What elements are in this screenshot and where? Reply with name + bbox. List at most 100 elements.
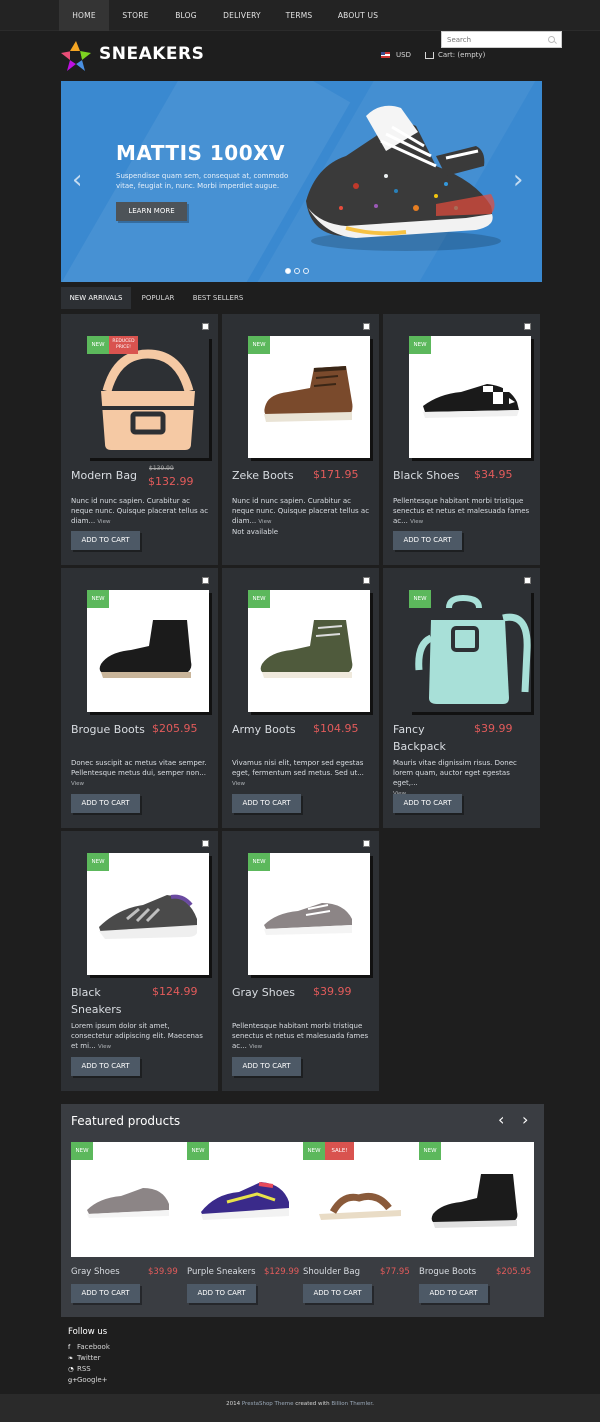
product-name[interactable]: Black Sneakers: [71, 984, 151, 1018]
add-to-cart-button[interactable]: ADD TO CART: [71, 1057, 140, 1076]
product-image[interactable]: NEW: [248, 590, 370, 712]
tab-best-sellers[interactable]: BEST SELLERS: [187, 287, 249, 309]
add-to-cart-button[interactable]: ADD TO CART: [232, 794, 301, 813]
logo-text[interactable]: SNEAKERS: [99, 44, 204, 64]
product-name[interactable]: Gray Shoes: [232, 984, 312, 1001]
compare-checkbox[interactable]: [363, 577, 370, 584]
nav-blog[interactable]: BLOG: [163, 0, 209, 31]
description-text: Donec suscipit ac metus vitae semper. Pe…: [71, 759, 207, 777]
view-link[interactable]: View: [249, 1044, 262, 1050]
product-image[interactable]: NEW: [87, 590, 209, 712]
view-link[interactable]: View: [258, 519, 271, 525]
currency-selector[interactable]: USD: [381, 51, 411, 59]
product-card[interactable]: NEW Army Boots $104.95 Vivamus nisi elit…: [222, 568, 379, 828]
description-text: Mauris vitae dignissim risus. Donec lore…: [393, 759, 517, 787]
facebook-link[interactable]: f Facebook: [68, 1342, 110, 1353]
product-image[interactable]: NEW: [409, 590, 531, 712]
theme-link[interactable]: PrestaShop Theme: [242, 1401, 294, 1407]
view-link[interactable]: View: [410, 519, 423, 525]
featured-item-name[interactable]: Brogue Boots: [419, 1267, 476, 1277]
product-card[interactable]: NEW Fancy Backpack $39.99 Mauris vitae d…: [383, 568, 540, 828]
nav-about-us[interactable]: ABOUT US: [330, 0, 386, 31]
add-to-cart-button[interactable]: ADD TO CART: [71, 1284, 140, 1303]
hero-dot[interactable]: [294, 268, 300, 274]
product-name[interactable]: Brogue Boots: [71, 721, 151, 738]
view-link[interactable]: View: [232, 781, 245, 787]
sneaker-image: [99, 894, 197, 939]
author-link[interactable]: Billion Themler: [331, 1401, 372, 1407]
compare-checkbox[interactable]: [363, 840, 370, 847]
footer: 2014 PrestaShop Theme created with Billi…: [0, 1394, 600, 1422]
learn-more-button[interactable]: LEARN MORE: [116, 202, 187, 221]
description-text: Nunc id nunc sapien. Curabitur ac neque …: [232, 497, 370, 525]
compare-checkbox[interactable]: [202, 323, 209, 330]
featured-next-arrow-icon[interactable]: ›: [522, 1110, 528, 1129]
nav-terms[interactable]: TERMS: [278, 0, 320, 31]
product-name[interactable]: Army Boots: [232, 721, 312, 738]
new-badge: NEW: [248, 590, 270, 608]
view-link[interactable]: View: [97, 519, 110, 525]
rss-link[interactable]: ◔ RSS: [68, 1364, 110, 1375]
featured-item-image[interactable]: NEW SALE!: [303, 1142, 415, 1257]
product-name[interactable]: Fancy Backpack: [393, 721, 473, 755]
add-to-cart-button[interactable]: ADD TO CART: [393, 794, 462, 813]
compare-checkbox[interactable]: [202, 577, 209, 584]
view-link[interactable]: View: [71, 781, 84, 787]
featured-item-name[interactable]: Gray Shoes: [71, 1267, 120, 1277]
add-to-cart-button[interactable]: ADD TO CART: [187, 1284, 256, 1303]
compare-checkbox[interactable]: [524, 323, 531, 330]
featured-item-image[interactable]: NEW: [419, 1142, 531, 1257]
hero-dot[interactable]: [303, 268, 309, 274]
compare-checkbox[interactable]: [363, 323, 370, 330]
us-flag-icon: [381, 52, 390, 58]
twitter-link[interactable]: ❧ Twitter: [68, 1353, 110, 1364]
product-image[interactable]: NEW: [87, 853, 209, 975]
product-card[interactable]: NEW Gray Shoes $39.99 Pellentesque habit…: [222, 831, 379, 1091]
search-input[interactable]: [442, 32, 542, 47]
hero-prev-arrow-icon[interactable]: ‹: [72, 167, 82, 193]
product-image[interactable]: NEW: [248, 336, 370, 458]
product-name[interactable]: Modern Bag: [71, 467, 151, 484]
tab-new-arrivals[interactable]: NEW ARRIVALS: [61, 287, 131, 309]
search-icon[interactable]: [548, 36, 555, 43]
add-to-cart-button[interactable]: ADD TO CART: [393, 531, 462, 550]
add-to-cart-button[interactable]: ADD TO CART: [232, 1057, 301, 1076]
hero-next-arrow-icon[interactable]: ›: [513, 167, 523, 193]
view-link[interactable]: View: [98, 1044, 111, 1050]
compare-checkbox[interactable]: [524, 577, 531, 584]
nav-delivery[interactable]: DELIVERY: [216, 0, 268, 31]
product-card[interactable]: NEW REDUCED PRICE! Modern Bag $139.99 $1…: [61, 314, 218, 565]
nav-home[interactable]: HOME: [59, 0, 109, 31]
nav-store[interactable]: STORE: [112, 0, 159, 31]
product-price: $34.95: [474, 468, 513, 481]
product-image[interactable]: NEW: [248, 853, 370, 975]
featured-item-name[interactable]: Purple Sneakers: [187, 1267, 256, 1277]
product-image[interactable]: NEW: [409, 336, 531, 458]
product-image[interactable]: NEW REDUCED PRICE!: [87, 336, 209, 458]
add-to-cart-button[interactable]: ADD TO CART: [419, 1284, 488, 1303]
featured-prev-arrow-icon[interactable]: ‹: [498, 1110, 504, 1129]
featured-products-section: Featured products ‹ › NEW NEW NEW SALE! …: [61, 1104, 544, 1317]
product-name[interactable]: Black Shoes: [393, 467, 473, 484]
tab-popular[interactable]: POPULAR: [135, 287, 181, 309]
add-to-cart-button[interactable]: ADD TO CART: [71, 794, 140, 813]
product-card[interactable]: NEW Brogue Boots $205.95 Donec suscipit …: [61, 568, 218, 828]
featured-item-image[interactable]: NEW: [71, 1142, 183, 1257]
featured-item-name[interactable]: Shoulder Bag: [303, 1267, 360, 1277]
logo-icon[interactable]: [61, 41, 91, 71]
product-card[interactable]: NEW Black Sneakers $124.99 Lorem ipsum d…: [61, 831, 218, 1091]
product-name[interactable]: Zeke Boots: [232, 467, 312, 484]
new-badge: NEW: [409, 590, 431, 608]
hero-dot[interactable]: [285, 268, 291, 274]
compare-checkbox[interactable]: [202, 840, 209, 847]
product-card[interactable]: NEW Zeke Boots $171.95 Nunc id nunc sapi…: [222, 314, 379, 565]
google-plus-link[interactable]: g+Google+: [68, 1375, 110, 1386]
featured-item-image[interactable]: NEW: [187, 1142, 299, 1257]
add-to-cart-button[interactable]: ADD TO CART: [71, 531, 140, 550]
product-card[interactable]: NEW Black Shoes $34.95 Pellentesque habi…: [383, 314, 540, 565]
new-badge: NEW: [303, 1142, 325, 1160]
product-description: Donec suscipit ac metus vitae semper. Pe…: [71, 758, 211, 789]
cart-link[interactable]: Cart: (empty): [425, 51, 485, 59]
add-to-cart-button[interactable]: ADD TO CART: [303, 1284, 372, 1303]
product-description: Nunc id nunc sapien. Curabitur ac neque …: [71, 496, 211, 527]
